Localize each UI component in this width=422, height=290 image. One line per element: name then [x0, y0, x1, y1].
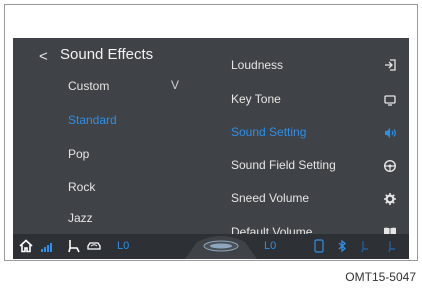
- preset-item-jazz[interactable]: Jazz: [68, 211, 93, 225]
- infotainment-screen: < Sound Effects Custom V Standard Pop Ro…: [13, 38, 409, 259]
- seat-heat-right-icon[interactable]: [385, 239, 399, 253]
- bottom-status-bar: L0 L0: [13, 234, 409, 259]
- page-title: Sound Effects: [60, 46, 154, 63]
- right-temperature[interactable]: L0: [264, 240, 276, 252]
- signal-strength-icon: [41, 243, 52, 252]
- preset-item-rock[interactable]: Rock: [68, 180, 95, 194]
- seat-fan-icon[interactable]: [67, 239, 81, 253]
- bluetooth-icon: [338, 239, 346, 253]
- setting-item-sound-setting[interactable]: Sound Setting: [231, 125, 306, 139]
- sign-in-icon: [385, 59, 396, 71]
- preset-item-custom[interactable]: Custom: [68, 79, 109, 93]
- setting-item-sound-field[interactable]: Sound Field Setting: [231, 158, 336, 172]
- speaker-icon: [385, 128, 396, 138]
- chevron-down-icon[interactable]: V: [171, 78, 179, 92]
- home-icon[interactable]: [19, 239, 33, 253]
- setting-item-loudness[interactable]: Loudness: [231, 58, 283, 72]
- preset-item-pop[interactable]: Pop: [68, 147, 89, 161]
- figure-caption: OMT15-5047: [345, 270, 416, 284]
- setting-item-key-tone[interactable]: Key Tone: [231, 92, 281, 106]
- left-temperature[interactable]: L0: [117, 240, 129, 252]
- phone-icon[interactable]: [312, 239, 326, 253]
- car-recirculation-icon[interactable]: [87, 239, 101, 253]
- steering-wheel-icon: [383, 159, 397, 173]
- back-button[interactable]: <: [39, 48, 48, 65]
- monitor-icon: [384, 95, 396, 106]
- setting-item-sneed-volume[interactable]: Sneed Volume: [231, 191, 309, 205]
- gear-icon: [384, 193, 396, 205]
- center-hub: [185, 236, 257, 259]
- preset-item-standard[interactable]: Standard: [68, 113, 117, 127]
- seat-heat-left-icon[interactable]: [358, 239, 372, 253]
